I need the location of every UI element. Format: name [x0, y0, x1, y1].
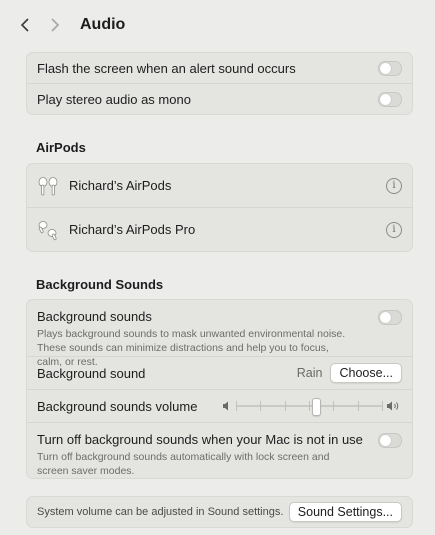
auto-off-row: Turn off background sounds when your Mac… [27, 422, 412, 478]
forward-button[interactable] [44, 14, 66, 36]
chevron-left-icon [20, 18, 29, 32]
background-volume-label: Background sounds volume [37, 398, 198, 414]
slider-tick [382, 401, 383, 411]
slider-tick [333, 401, 335, 411]
info-icon[interactable]: i [386, 221, 402, 238]
background-sounds-toggle[interactable] [378, 310, 402, 325]
airpods-icon [37, 175, 59, 197]
volume-slider[interactable] [222, 396, 402, 416]
chevron-right-icon [51, 18, 60, 32]
background-sound-label: Background sound [37, 365, 146, 381]
mono-audio-label: Play stereo audio as mono [37, 91, 191, 107]
background-sound-value: Rain [296, 366, 323, 380]
background-sounds-row: Background sounds Plays background sound… [27, 300, 412, 368]
footer-row: System volume can be adjusted in Sound s… [27, 497, 412, 527]
background-sounds-group: Background sounds Plays background sound… [26, 299, 413, 479]
back-button[interactable] [14, 14, 36, 36]
airpods-group: Richard’s AirPods i Richard’s AirPods Pr… [26, 163, 413, 252]
speaker-high-icon [387, 401, 399, 411]
toolbar: Audio [14, 0, 421, 50]
mono-audio-row: Play stereo audio as mono [27, 83, 412, 114]
device-row[interactable]: Richard’s AirPods Pro i [27, 207, 412, 251]
auto-off-label: Turn off background sounds when your Mac… [37, 432, 363, 447]
slider-thumb[interactable] [312, 398, 322, 416]
background-sound-row: Background sound Rain Choose... [27, 356, 412, 389]
general-group: Flash the screen when an alert sound occ… [26, 52, 413, 115]
footer-text: System volume can be adjusted in Sound s… [37, 506, 284, 518]
page-title: Audio [80, 16, 126, 33]
info-icon[interactable]: i [386, 177, 402, 194]
slider-tick [236, 401, 237, 411]
slider-tick [357, 401, 359, 411]
sound-settings-button[interactable]: Sound Settings... [288, 502, 402, 522]
device-name: Richard’s AirPods Pro [69, 222, 196, 237]
airpods-section-title: AirPods [36, 140, 86, 155]
background-sounds-label: Background sounds [37, 309, 152, 324]
audio-settings-pane: Audio Flash the screen when an alert sou… [14, 0, 421, 535]
slider-tick [309, 401, 310, 411]
flash-screen-label: Flash the screen when an alert sound occ… [37, 60, 296, 76]
auto-off-text: Turn off background sounds when your Mac… [37, 432, 378, 478]
slider-tick [260, 401, 262, 411]
auto-off-description: Turn off background sounds automatically… [37, 451, 330, 477]
choose-button[interactable]: Choose... [330, 363, 402, 383]
airpods-pro-icon [37, 219, 59, 241]
device-name: Richard’s AirPods [69, 178, 172, 193]
background-sounds-section-title: Background Sounds [36, 277, 164, 292]
background-volume-row: Background sounds volume [27, 389, 412, 422]
footer-group: System volume can be adjusted in Sound s… [26, 496, 413, 528]
device-row[interactable]: Richard’s AirPods i [27, 164, 412, 207]
auto-off-toggle[interactable] [378, 433, 402, 448]
flash-screen-row: Flash the screen when an alert sound occ… [27, 53, 412, 83]
slider-tick [284, 401, 286, 411]
flash-screen-toggle[interactable] [378, 60, 402, 76]
speaker-low-icon [223, 401, 228, 411]
mono-audio-toggle[interactable] [378, 91, 402, 107]
